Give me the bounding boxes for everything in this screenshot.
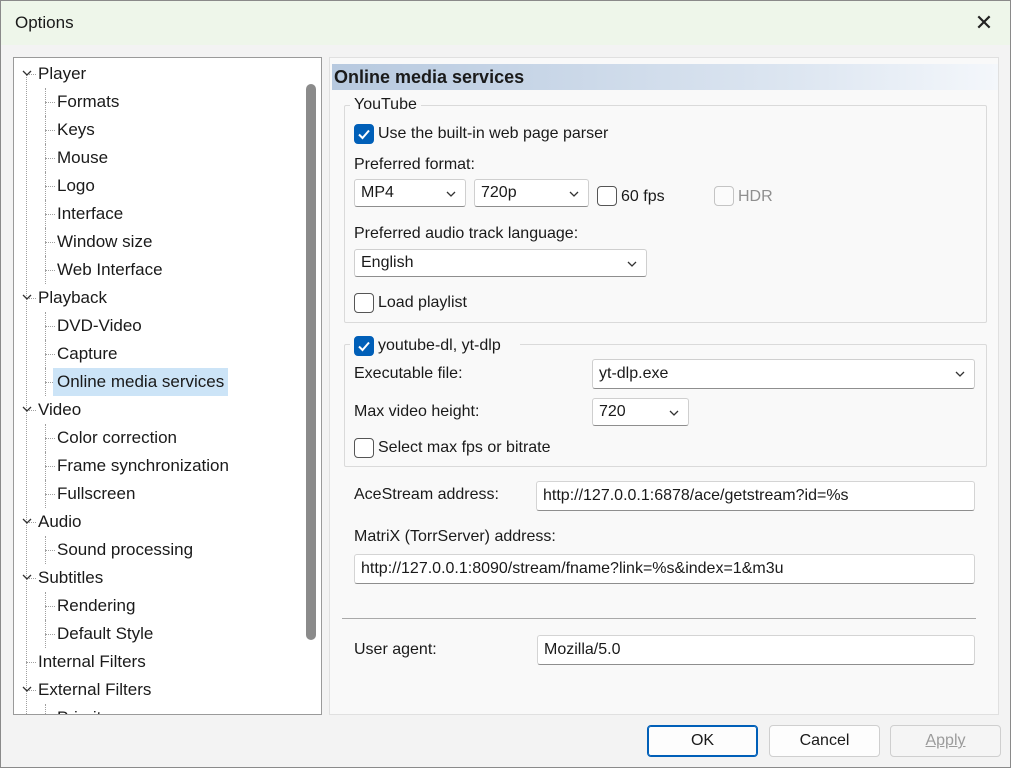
chevron-down-icon xyxy=(669,410,679,416)
window-title: Options xyxy=(15,13,74,32)
tree-item-playback[interactable]: Playback xyxy=(34,284,111,312)
max-height-label: Max video height: xyxy=(354,403,480,420)
checkmark-icon xyxy=(358,341,370,352)
max-fps-checkbox[interactable] xyxy=(354,438,374,458)
tree-item-dvd-video[interactable]: DVD-Video xyxy=(53,312,146,340)
tree-item-internal-filters[interactable]: Internal Filters xyxy=(34,648,150,676)
load-playlist-label: Load playlist xyxy=(378,294,467,311)
hdr-checkbox[interactable] xyxy=(714,186,734,206)
tree-item-player[interactable]: Player xyxy=(34,60,90,88)
chevron-down-icon xyxy=(627,261,637,267)
tree-item-keys[interactable]: Keys xyxy=(53,116,99,144)
tree-item-formats[interactable]: Formats xyxy=(53,88,123,116)
ytdl-checkbox[interactable] xyxy=(354,336,374,356)
max-fps-label: Select max fps or bitrate xyxy=(378,439,551,456)
user-agent-input[interactable]: Mozilla/5.0 xyxy=(537,635,975,665)
tree-item-frame-synchronization[interactable]: Frame synchronization xyxy=(53,452,233,480)
cancel-button-label: Cancel xyxy=(799,732,850,749)
tree-item-fullscreen[interactable]: Fullscreen xyxy=(53,480,139,508)
close-button[interactable]: ✕ xyxy=(958,1,1010,45)
exe-file-value: yt-dlp.exe xyxy=(599,365,669,382)
tree-item-capture[interactable]: Capture xyxy=(53,340,121,368)
tree-item-video[interactable]: Video xyxy=(34,396,85,424)
user-agent-value: Mozilla/5.0 xyxy=(544,641,621,658)
audio-lang-select-value: English xyxy=(361,254,414,271)
acestream-label: AceStream address: xyxy=(354,486,499,503)
chevron-down-icon[interactable] xyxy=(20,402,34,416)
options-page: Online media services YouTube Use the bu… xyxy=(329,57,999,715)
preferred-format-label: Preferred format: xyxy=(354,156,475,173)
chevron-down-icon[interactable] xyxy=(20,514,34,528)
tree-item-interface[interactable]: Interface xyxy=(53,200,127,228)
tree-item-subtitles[interactable]: Subtitles xyxy=(34,564,107,592)
fps60-label: 60 fps xyxy=(621,188,665,205)
tree-item-priority[interactable]: Priority xyxy=(53,704,114,714)
options-tree: Player Formats Keys Mouse Logo Interface Windo… xyxy=(13,57,322,715)
max-height-value: 720 xyxy=(599,403,626,420)
tree-item-web-interface[interactable]: Web Interface xyxy=(53,256,167,284)
cancel-button[interactable]: Cancel xyxy=(769,725,880,757)
chevron-down-icon[interactable] xyxy=(20,570,34,584)
ok-button[interactable]: OK xyxy=(647,725,758,757)
matrix-label: MatriX (TorrServer) address: xyxy=(354,528,556,545)
tree-connector xyxy=(45,704,46,714)
audio-lang-label: Preferred audio track language: xyxy=(354,225,579,242)
matrix-input[interactable]: http://127.0.0.1:8090/stream/fname?link=… xyxy=(354,554,975,584)
apply-button-label: Apply xyxy=(925,732,966,749)
tree-item-online-media-services[interactable]: Online media services xyxy=(53,368,229,396)
apply-button[interactable]: Apply xyxy=(890,725,1001,757)
tree-item-audio[interactable]: Audio xyxy=(34,508,85,536)
load-playlist-checkbox[interactable] xyxy=(354,293,374,313)
tree-item-window-size[interactable]: Window size xyxy=(53,228,156,256)
tree-item-logo[interactable]: Logo xyxy=(53,172,99,200)
hdr-label: HDR xyxy=(738,188,773,205)
acestream-input[interactable]: http://127.0.0.1:6878/ace/getstream?id=%… xyxy=(536,481,975,511)
chevron-down-icon xyxy=(446,191,456,197)
youtube-group-legend: YouTube xyxy=(350,96,421,114)
chevron-down-icon[interactable] xyxy=(20,290,34,304)
user-agent-label: User agent: xyxy=(354,641,437,658)
format-select[interactable]: MP4 xyxy=(354,179,466,207)
matrix-value: http://127.0.0.1:8090/stream/fname?link=… xyxy=(361,560,784,577)
tree-root-line xyxy=(26,74,27,714)
options-dialog: Options ✕ Player Formats Keys Mouse Logo Inte… xyxy=(0,0,1011,768)
exe-file-label: Executable file: xyxy=(354,365,463,382)
page-title: Online media services xyxy=(332,64,998,90)
chevron-down-icon[interactable] xyxy=(20,66,34,80)
fps60-checkbox[interactable] xyxy=(597,186,617,206)
tree-item-default-style[interactable]: Default Style xyxy=(53,620,157,648)
tree-item-external-filters[interactable]: External Filters xyxy=(34,676,155,704)
max-height-select[interactable]: 720 xyxy=(592,398,689,426)
exe-file-select[interactable]: yt-dlp.exe xyxy=(592,359,975,389)
tree-scrollbar[interactable] xyxy=(301,58,321,714)
tree-scroll-thumb[interactable] xyxy=(306,84,316,640)
title-bar: Options ✕ xyxy=(1,1,1010,45)
tree-item-sound-processing[interactable]: Sound processing xyxy=(53,536,197,564)
chevron-down-icon[interactable] xyxy=(20,682,34,696)
close-icon: ✕ xyxy=(974,10,994,35)
acestream-value: http://127.0.0.1:6878/ace/getstream?id=%… xyxy=(543,487,849,504)
resolution-select[interactable]: 720p xyxy=(474,179,589,207)
tree-item-mouse[interactable]: Mouse xyxy=(53,144,112,172)
ok-button-label: OK xyxy=(690,732,715,749)
format-select-value: MP4 xyxy=(361,184,394,201)
tree-item-color-correction[interactable]: Color correction xyxy=(53,424,181,452)
tree-item-rendering[interactable]: Rendering xyxy=(53,592,139,620)
resolution-select-value: 720p xyxy=(481,184,517,201)
audio-lang-select[interactable]: English xyxy=(354,249,647,277)
ytdl-legend-label: youtube-dl, yt-dlp xyxy=(378,337,501,354)
chevron-down-icon xyxy=(955,371,965,377)
use-parser-label: Use the built-in web page parser xyxy=(378,125,609,142)
use-parser-checkbox[interactable] xyxy=(354,124,374,144)
separator xyxy=(342,618,976,619)
ytdl-group-legend: youtube-dl, yt-dlp xyxy=(350,334,520,358)
chevron-down-icon xyxy=(569,191,579,197)
checkmark-icon xyxy=(358,129,370,140)
